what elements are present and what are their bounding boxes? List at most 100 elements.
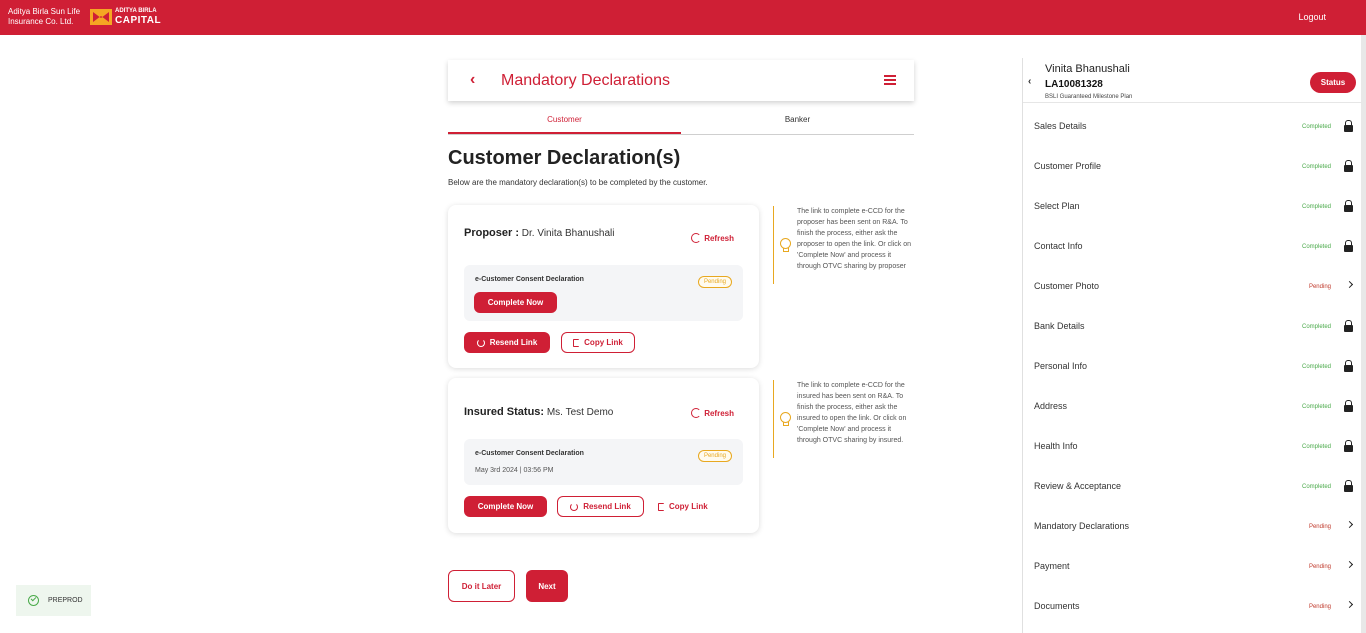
chevron-left-icon[interactable]: ‹ xyxy=(1028,76,1031,87)
step-status: Completed xyxy=(1301,324,1331,330)
step-contact-info[interactable]: Contact Info Completed xyxy=(1023,230,1362,270)
step-label: Review & Acceptance xyxy=(1034,481,1122,491)
step-status: Pending xyxy=(1308,524,1331,530)
step-customer-photo[interactable]: Customer Photo Pending xyxy=(1023,270,1362,310)
tab-banker[interactable]: Banker xyxy=(681,109,914,134)
section-subtitle: Below are the mandatory declaration(s) t… xyxy=(448,178,708,187)
copy-link-button[interactable]: Copy Link xyxy=(561,332,635,353)
lock-icon xyxy=(1344,480,1353,492)
lock-icon xyxy=(1344,320,1353,332)
refresh-icon xyxy=(691,408,702,418)
lightbulb-icon xyxy=(780,412,791,426)
step-health-info[interactable]: Health Info Completed xyxy=(1023,430,1362,470)
step-label: Personal Info xyxy=(1034,361,1088,371)
step-payment[interactable]: Payment Pending xyxy=(1023,550,1362,590)
step-label: Address xyxy=(1034,401,1068,411)
customer-name: Vinita Bhanushali xyxy=(1045,63,1130,75)
step-status: Completed xyxy=(1301,404,1331,410)
copy-icon xyxy=(573,338,580,347)
section-title: Customer Declaration(s) xyxy=(448,147,681,169)
status-button[interactable]: Status xyxy=(1310,72,1356,93)
chevron-right-icon xyxy=(1345,280,1354,289)
logo-bottom-text: CAPITAL xyxy=(115,15,162,26)
step-status: Pending xyxy=(1308,564,1331,570)
complete-now-button[interactable]: Complete Now xyxy=(464,496,547,517)
insured-name: Ms. Test Demo xyxy=(544,407,614,418)
environment-label: PREPROD xyxy=(48,597,83,604)
proposer-name: Dr. Vinita Bhanushali xyxy=(519,228,615,239)
lock-icon xyxy=(1344,360,1353,372)
logo-mark-icon xyxy=(90,9,112,25)
step-sales-details[interactable]: Sales Details Completed xyxy=(1023,110,1362,150)
step-label: Documents xyxy=(1034,601,1080,611)
environment-badge: PREPROD xyxy=(16,585,91,616)
status-badge: Pending xyxy=(697,276,732,288)
lock-icon xyxy=(1344,440,1353,452)
lock-icon xyxy=(1344,400,1353,412)
proposer-heading: Proposer : Dr. Vinita Bhanushali xyxy=(464,227,614,239)
brand-line-1: Aditya Birla Sun Life xyxy=(8,7,81,16)
resend-link-button[interactable]: Resend Link xyxy=(464,332,550,353)
refresh-label: Refresh xyxy=(704,233,734,243)
capital-logo: ADITYA BIRLA CAPITAL xyxy=(90,8,161,26)
do-it-later-button[interactable]: Do it Later xyxy=(448,570,515,602)
resend-icon xyxy=(476,338,485,347)
lock-icon xyxy=(1344,200,1353,212)
proposer-declaration-box: e-Customer Consent Declaration Pending C… xyxy=(464,265,743,321)
resend-icon xyxy=(570,502,579,511)
lock-icon xyxy=(1344,160,1353,172)
proposer-label: Proposer : xyxy=(464,227,520,239)
step-select-plan[interactable]: Select Plan Completed xyxy=(1023,190,1362,230)
step-address[interactable]: Address Completed xyxy=(1023,390,1362,430)
complete-now-button[interactable]: Complete Now xyxy=(474,292,557,313)
step-review-acceptance[interactable]: Review & Acceptance Completed xyxy=(1023,470,1362,510)
step-status: Completed xyxy=(1301,364,1331,370)
status-badge: Pending xyxy=(697,450,732,462)
step-label: Select Plan xyxy=(1034,201,1080,211)
brand-name: Aditya Birla Sun Life Insurance Co. Ltd. xyxy=(8,7,88,27)
step-bank-details[interactable]: Bank Details Completed xyxy=(1023,310,1362,350)
lock-icon xyxy=(1344,240,1353,252)
lightbulb-icon xyxy=(780,238,791,252)
proposer-refresh-button[interactable]: Refresh xyxy=(691,233,734,243)
chevron-right-icon xyxy=(1345,560,1354,569)
hamburger-menu-icon[interactable] xyxy=(884,75,896,85)
page-title: Mandatory Declarations xyxy=(501,72,670,89)
step-documents[interactable]: Documents Pending xyxy=(1023,590,1362,630)
logo-top-text: ADITYA BIRLA xyxy=(115,8,157,14)
lock-icon xyxy=(1344,120,1353,132)
step-mandatory-declarations[interactable]: Mandatory Declarations Pending xyxy=(1023,510,1362,550)
check-circle-icon xyxy=(28,595,39,606)
step-status: Pending xyxy=(1308,604,1331,610)
insured-hint-text: The link to complete e-CCD for the insur… xyxy=(797,382,907,444)
next-button[interactable]: Next xyxy=(526,570,568,602)
application-number: LA10081328 xyxy=(1045,79,1103,90)
insured-card: Insured Status: Ms. Test Demo Refresh e-… xyxy=(448,378,759,533)
copy-link-label: Copy Link xyxy=(669,502,708,511)
copy-link-button[interactable]: Copy Link xyxy=(658,496,708,517)
step-label: Contact Info xyxy=(1034,241,1083,251)
step-customer-profile[interactable]: Customer Profile Completed xyxy=(1023,150,1362,190)
brand-line-2: Insurance Co. Ltd. xyxy=(8,17,74,26)
proposer-hint-text: The link to complete e-CCD for the propo… xyxy=(797,208,912,270)
proposer-hint: The link to complete e-CCD for the propo… xyxy=(773,206,915,284)
resend-link-button[interactable]: Resend Link xyxy=(557,496,644,517)
insured-hint: The link to complete e-CCD for the insur… xyxy=(773,380,915,458)
refresh-label: Refresh xyxy=(704,408,734,418)
resend-link-label: Resend Link xyxy=(489,338,538,347)
step-label: Customer Photo xyxy=(1034,281,1100,291)
declaration-name: e-Customer Consent Declaration xyxy=(475,276,584,283)
insured-refresh-button[interactable]: Refresh xyxy=(691,408,734,418)
logout-button[interactable]: Logout xyxy=(1298,12,1326,22)
step-status: Pending xyxy=(1308,284,1331,290)
step-label: Payment xyxy=(1034,561,1070,571)
step-status: Completed xyxy=(1301,164,1331,170)
tab-customer[interactable]: Customer xyxy=(448,109,681,134)
copy-icon xyxy=(658,502,664,511)
top-bar: Aditya Birla Sun Life Insurance Co. Ltd.… xyxy=(0,0,1366,35)
step-label: Customer Profile xyxy=(1034,161,1102,171)
insured-heading: Insured Status: Ms. Test Demo xyxy=(464,406,613,418)
step-personal-info[interactable]: Personal Info Completed xyxy=(1023,350,1362,390)
insured-declaration-box: e-Customer Consent Declaration May 3rd 2… xyxy=(464,439,743,485)
chevron-left-icon[interactable]: ‹ xyxy=(470,71,475,89)
